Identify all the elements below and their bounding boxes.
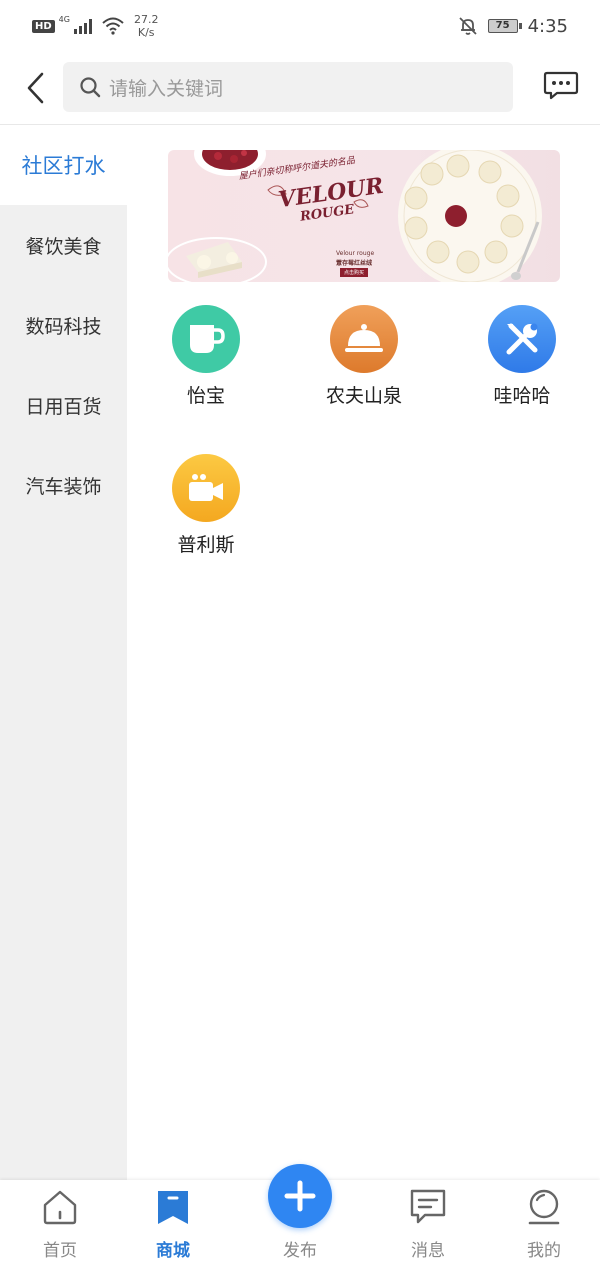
publish-button[interactable] [268, 1164, 332, 1228]
speed-unit: K/s [137, 26, 155, 39]
tab-label: 商城 [156, 1241, 190, 1261]
network-speed: 27.2 K/s [134, 13, 159, 39]
back-button[interactable] [20, 70, 52, 106]
banner-cta[interactable]: 点击购买 [340, 268, 369, 277]
dish-cover-icon [345, 324, 383, 352]
sidebar-item-daily-goods[interactable]: 日用百货 [0, 365, 127, 445]
sidebar-item-car-decor[interactable]: 汽车装饰 [0, 445, 127, 525]
category-label: 怡宝 [186, 385, 225, 407]
message-icon [410, 1189, 446, 1224]
category-label: 农夫山泉 [325, 385, 402, 407]
sidebar-item-digital[interactable]: 数码科技 [0, 285, 127, 365]
home-icon [43, 1190, 77, 1225]
signal-icon [73, 18, 92, 34]
tab-label: 首页 [43, 1241, 77, 1261]
banner-caption-cn: 薏存莓红丝绒 [336, 260, 373, 267]
clock: 4:35 [527, 15, 568, 37]
tab-home[interactable]: 首页 [0, 1180, 120, 1267]
tools-icon [506, 323, 538, 355]
bell-off-icon [458, 17, 477, 35]
chat-button[interactable] [543, 70, 579, 102]
sidebar-item-food[interactable]: 餐饮美食 [0, 205, 127, 285]
status-bar: HD 4G 27.2 K/s 75 4:35 [0, 0, 600, 52]
category-item-wahaha[interactable]: 哇哈哈 [462, 305, 582, 425]
category-label: 普利斯 [177, 534, 235, 556]
tab-label: 我的 [527, 1241, 561, 1261]
sidebar-item-water[interactable]: 社区打水 [0, 125, 127, 205]
status-right: 75 4:35 [458, 12, 568, 40]
category-label: 哇哈哈 [493, 385, 551, 407]
tab-profile[interactable]: 我的 [484, 1180, 600, 1267]
category-icon-bg [488, 305, 556, 373]
tab-label: 发布 [283, 1241, 317, 1261]
banner-caption-en: Velour rouge [336, 250, 375, 257]
category-icon-bg [172, 305, 240, 373]
plus-icon [284, 1180, 316, 1212]
category-item-yibao[interactable]: 怡宝 [146, 305, 266, 425]
hd-badge: HD [32, 19, 55, 33]
tab-messages[interactable]: 消息 [368, 1180, 488, 1267]
video-camera-icon [189, 474, 223, 501]
chevron-left-icon [27, 72, 44, 104]
speed-value: 27.2 [133, 13, 159, 26]
battery-icon: 75 [487, 19, 522, 33]
promo-banner[interactable]: 屋户们亲切称呼尔道夫的名品 VELOUR ROUGE Velour rouge … [168, 150, 560, 282]
category-sidebar: 社区打水 餐饮美食 数码科技 日用百货 汽车装饰 [0, 125, 127, 1180]
search-box[interactable]: 请输入关键词 [63, 62, 513, 112]
shop-bookmark-icon [158, 1191, 188, 1224]
profile-icon [528, 1189, 560, 1225]
network-type: 4G [58, 14, 70, 24]
category-item-nongfu[interactable]: 农夫山泉 [304, 305, 424, 425]
chat-bubble-icon [543, 71, 579, 100]
header: 请输入关键词 [0, 56, 600, 120]
cup-icon [190, 325, 225, 353]
search-input[interactable]: 请输入关键词 [109, 74, 223, 101]
category-icon-bg [172, 454, 240, 522]
category-icon-bg [330, 305, 398, 373]
search-icon [80, 77, 101, 98]
status-left: HD 4G 27.2 K/s [32, 12, 158, 40]
tab-label: 消息 [411, 1241, 445, 1261]
category-item-pulisi[interactable]: 普利斯 [146, 454, 266, 574]
tab-shop[interactable]: 商城 [113, 1180, 233, 1267]
wifi-icon [102, 17, 124, 35]
